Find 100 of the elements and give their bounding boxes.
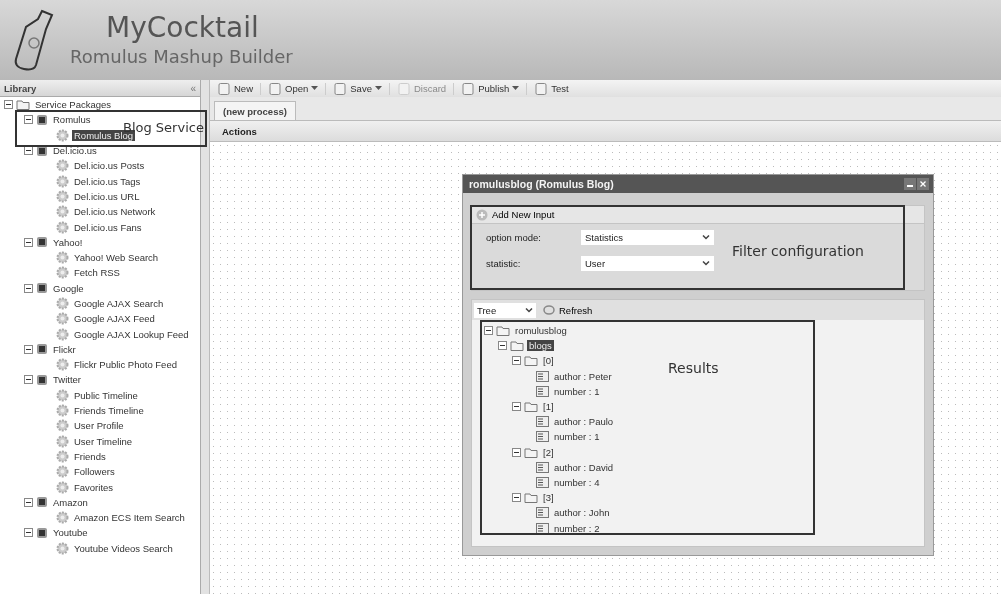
tree-item[interactable]: Service Packages (33, 99, 114, 111)
gear-icon (56, 434, 69, 448)
library-title: Library (4, 82, 37, 94)
service-logo-icon (36, 343, 48, 356)
tree-item[interactable]: Google AJAX Search (72, 298, 166, 309)
expander-icon[interactable] (24, 237, 33, 247)
tree-item[interactable]: Twitter (51, 374, 83, 386)
expander-icon[interactable] (512, 356, 521, 366)
tree-item[interactable]: Public Timeline (72, 389, 140, 401)
tree-item[interactable]: author : Paulo (552, 416, 616, 428)
service-logo-icon (36, 496, 48, 509)
tree-item[interactable]: Google AJAX Feed (72, 313, 157, 325)
toolbar-button[interactable]: New (214, 81, 256, 96)
gear-icon (56, 189, 69, 203)
tree-item[interactable]: [0] (541, 355, 556, 367)
tree-item[interactable]: Del.icio.us (51, 145, 99, 157)
refresh-button[interactable]: Refresh (542, 304, 593, 316)
plus-icon (476, 208, 488, 221)
tree-item[interactable]: number : 4 (552, 476, 602, 488)
tree-item[interactable]: Youtube (51, 527, 90, 539)
field-icon (536, 476, 549, 488)
tree-item[interactable]: Del.icio.us Network (72, 206, 158, 218)
app-subtitle: Romulus Mashup Builder (70, 48, 293, 66)
tree-item[interactable]: Amazon ECS Item Search (72, 512, 187, 524)
tree-item[interactable]: Friends Timeline (72, 405, 146, 417)
tree-item[interactable]: Followers (72, 466, 117, 478)
gear-icon (56, 251, 69, 265)
expander-icon[interactable] (4, 100, 13, 110)
tree-item[interactable]: author : David (552, 461, 616, 473)
expander-icon[interactable] (24, 528, 33, 538)
service-logo-icon (36, 236, 48, 249)
select-field[interactable]: User (581, 255, 714, 271)
tree-item[interactable]: Romulus (51, 114, 93, 126)
tree-item[interactable]: Google AJAX Lookup Feed (72, 328, 191, 340)
expander-icon[interactable] (24, 283, 33, 293)
tree-item[interactable]: [1] (541, 401, 556, 413)
tree-item[interactable]: Flickr Public Photo Feed (72, 359, 179, 371)
collapse-button[interactable]: « (190, 82, 196, 94)
expander-icon[interactable] (512, 447, 521, 457)
tree-item[interactable]: Fetch RSS (72, 267, 122, 279)
expander-icon[interactable] (24, 146, 33, 156)
tree-item[interactable]: number : 2 (552, 522, 602, 534)
expander-icon[interactable] (512, 493, 521, 503)
expander-icon[interactable] (24, 344, 33, 354)
gear-icon (56, 220, 69, 234)
tree-item[interactable]: Friends (72, 450, 108, 462)
tree-item[interactable]: author : Peter (552, 370, 614, 382)
field-icon (536, 431, 549, 443)
tree-item[interactable]: number : 1 (552, 431, 602, 443)
folder-icon (524, 446, 538, 458)
tree-item[interactable]: blogs (527, 340, 554, 352)
process-tab[interactable]: (new process) (214, 101, 296, 120)
folder-icon (524, 355, 538, 367)
tree-item[interactable]: Flickr (51, 343, 78, 355)
tree-item[interactable]: Amazon (51, 496, 90, 508)
tree-item[interactable]: Favorites (72, 481, 116, 493)
field-icon (536, 385, 549, 397)
select-field[interactable]: Statistics (581, 229, 714, 245)
chevron-down-icon (525, 307, 533, 313)
tree-item[interactable]: User Profile (72, 420, 126, 432)
tree-item[interactable]: romulusblog (513, 325, 569, 337)
tree-item[interactable]: Yahoo! Web Search (72, 252, 161, 264)
field-label: statistic: (486, 257, 522, 269)
view-select[interactable]: Tree (474, 302, 536, 318)
tree-item[interactable]: Del.icio.us Posts (72, 160, 147, 172)
document-icon (217, 81, 231, 96)
annotation-label: Results (668, 360, 719, 376)
expander-icon[interactable] (498, 341, 507, 351)
toolbar-button[interactable]: Publish (458, 81, 523, 96)
tree-item[interactable]: [3] (541, 492, 556, 504)
expander-icon[interactable] (484, 326, 493, 336)
tree-item[interactable]: Google (51, 282, 86, 294)
minimize-icon[interactable] (904, 178, 916, 190)
gear-icon (56, 312, 69, 326)
shaker-logo-icon (12, 7, 56, 73)
expander-icon[interactable] (24, 115, 33, 125)
expander-icon[interactable] (24, 375, 33, 385)
gear-icon (56, 297, 69, 310)
tree-item[interactable]: Yahoo! (51, 236, 85, 248)
tree-item[interactable]: Youtube Videos Search (72, 542, 175, 554)
toolbar-button[interactable]: Open (265, 81, 322, 96)
toolbar-button[interactable]: Save (330, 81, 385, 96)
tree-item[interactable]: Del.icio.us URL (72, 190, 142, 202)
gear-icon (56, 449, 69, 463)
tree-item[interactable]: author : John (552, 507, 612, 519)
expander-icon[interactable] (24, 497, 33, 507)
toolbar-button[interactable]: Test (531, 81, 572, 96)
tree-item[interactable]: [2] (541, 446, 556, 458)
tree-item[interactable]: number : 1 (552, 385, 602, 397)
tree-item[interactable]: Del.icio.us Fans (72, 221, 144, 233)
gear-icon (56, 159, 69, 173)
field-label: option mode: (486, 231, 542, 243)
tree-item[interactable]: User Timeline (72, 435, 135, 447)
folder-icon (510, 340, 524, 352)
expander-icon[interactable] (512, 402, 521, 412)
service-logo-icon (36, 374, 48, 386)
gear-icon (56, 511, 69, 525)
close-icon[interactable] (917, 178, 929, 190)
gear-icon (56, 404, 69, 418)
tree-item[interactable]: Del.icio.us Tags (72, 175, 143, 187)
